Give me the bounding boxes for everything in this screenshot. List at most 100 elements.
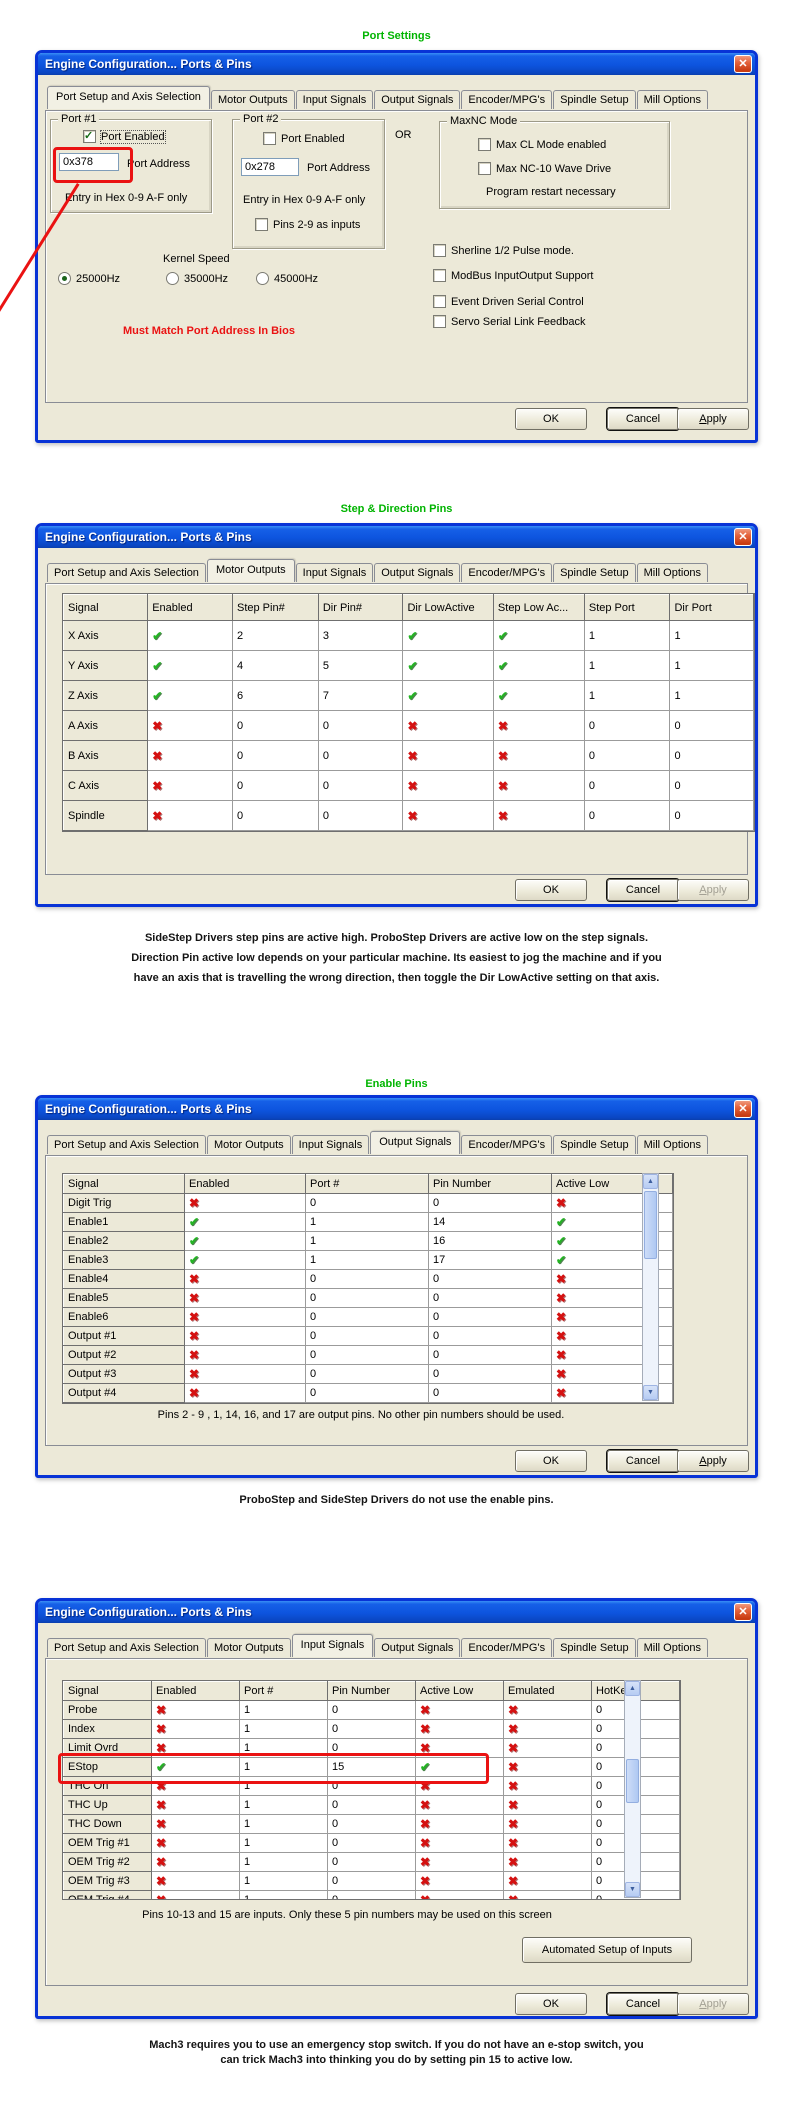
- value-cell[interactable]: 0: [429, 1308, 552, 1327]
- value-cell[interactable]: 0: [232, 711, 318, 741]
- value-cell[interactable]: 1: [306, 1251, 429, 1270]
- close-icon[interactable]: ✕: [734, 55, 752, 73]
- window-titlebar[interactable]: Engine Configuration... Ports & Pins ✕: [38, 1098, 755, 1120]
- tab-spindle-setup[interactable]: Spindle Setup: [553, 1638, 636, 1657]
- value-cell[interactable]: 0: [306, 1384, 429, 1403]
- value-cell[interactable]: 0: [318, 741, 403, 771]
- apply-button[interactable]: Apply: [677, 1450, 749, 1472]
- scroll-up-icon[interactable]: ▲: [625, 1681, 640, 1696]
- value-cell[interactable]: 0: [584, 711, 670, 741]
- bool-cell[interactable]: ✖: [152, 1815, 240, 1834]
- bool-cell[interactable]: ✔: [493, 681, 584, 711]
- value-cell[interactable]: 0: [584, 741, 670, 771]
- event-serial-checkbox[interactable]: Event Driven Serial Control: [433, 295, 584, 308]
- window-titlebar[interactable]: Engine Configuration... Ports & Pins ✕: [38, 53, 755, 75]
- value-cell[interactable]: 0: [429, 1270, 552, 1289]
- cancel-button[interactable]: Cancel: [607, 1450, 679, 1472]
- bool-cell[interactable]: ✖: [416, 1701, 504, 1720]
- bool-cell[interactable]: ✖: [403, 741, 493, 771]
- tab-output-signals[interactable]: Output Signals: [370, 1131, 460, 1154]
- bool-cell[interactable]: ✖: [152, 1720, 240, 1739]
- bool-cell[interactable]: ✖: [416, 1815, 504, 1834]
- tab-input-signals[interactable]: Input Signals: [296, 90, 374, 109]
- value-cell[interactable]: 1: [240, 1720, 328, 1739]
- value-cell[interactable]: 0: [429, 1289, 552, 1308]
- value-cell[interactable]: 0: [670, 771, 754, 801]
- column-header-step-pin-[interactable]: Step Pin#: [232, 595, 318, 621]
- signal-cell[interactable]: Y Axis: [64, 651, 148, 681]
- value-cell[interactable]: 3: [318, 621, 403, 651]
- bool-cell[interactable]: ✔: [403, 681, 493, 711]
- bool-cell[interactable]: ✖: [148, 741, 233, 771]
- close-icon[interactable]: ✕: [734, 528, 752, 546]
- tab-input-signals[interactable]: Input Signals: [292, 1135, 370, 1154]
- column-header-signal[interactable]: Signal: [64, 1682, 152, 1701]
- signal-cell[interactable]: OEM Trig #1: [64, 1834, 152, 1853]
- signal-cell[interactable]: Probe: [64, 1701, 152, 1720]
- value-cell[interactable]: 0: [328, 1701, 416, 1720]
- column-header-signal[interactable]: Signal: [64, 595, 148, 621]
- bool-cell[interactable]: ✖: [504, 1891, 592, 1901]
- value-cell[interactable]: 1: [670, 621, 754, 651]
- bool-cell[interactable]: ✖: [148, 771, 233, 801]
- automated-setup-button[interactable]: Automated Setup of Inputs: [522, 1937, 692, 1963]
- value-cell[interactable]: 0: [328, 1834, 416, 1853]
- bool-cell[interactable]: ✖: [185, 1289, 306, 1308]
- signal-cell[interactable]: THC Up: [64, 1796, 152, 1815]
- tab-input-signals[interactable]: Input Signals: [292, 1634, 374, 1657]
- tab-output-signals[interactable]: Output Signals: [374, 563, 460, 582]
- value-cell[interactable]: 0: [318, 801, 403, 831]
- value-cell[interactable]: 0: [328, 1796, 416, 1815]
- bool-cell[interactable]: ✖: [504, 1815, 592, 1834]
- value-cell[interactable]: 0: [232, 771, 318, 801]
- bool-cell[interactable]: ✖: [416, 1834, 504, 1853]
- bool-cell[interactable]: ✖: [504, 1834, 592, 1853]
- scroll-down-icon[interactable]: ▼: [625, 1882, 640, 1897]
- radio-25000hz[interactable]: 25000Hz: [58, 272, 120, 285]
- servo-feedback-checkbox[interactable]: Servo Serial Link Feedback: [433, 315, 586, 328]
- signal-cell[interactable]: C Axis: [64, 771, 148, 801]
- signal-cell[interactable]: Enable3: [64, 1251, 185, 1270]
- bool-cell[interactable]: ✔: [148, 621, 233, 651]
- bool-cell[interactable]: ✔: [403, 621, 493, 651]
- scroll-down-icon[interactable]: ▼: [643, 1385, 658, 1400]
- bool-cell[interactable]: ✖: [416, 1720, 504, 1739]
- bool-cell[interactable]: ✖: [152, 1796, 240, 1815]
- value-cell[interactable]: 5: [318, 651, 403, 681]
- port2-enabled-checkbox[interactable]: Port Enabled: [263, 132, 345, 145]
- radio-45000hz[interactable]: 45000Hz: [256, 272, 318, 285]
- column-header-port-[interactable]: Port #: [306, 1175, 429, 1194]
- value-cell[interactable]: 16: [429, 1232, 552, 1251]
- radio-35000hz[interactable]: 35000Hz: [166, 272, 228, 285]
- tab-input-signals[interactable]: Input Signals: [296, 563, 374, 582]
- signal-cell[interactable]: Output #2: [64, 1346, 185, 1365]
- value-cell[interactable]: 0: [429, 1365, 552, 1384]
- bool-cell[interactable]: ✖: [504, 1853, 592, 1872]
- column-header-step-low-ac-[interactable]: Step Low Ac...: [493, 595, 584, 621]
- close-icon[interactable]: ✕: [734, 1100, 752, 1118]
- bool-cell[interactable]: ✖: [504, 1777, 592, 1796]
- bool-cell[interactable]: ✖: [152, 1872, 240, 1891]
- value-cell[interactable]: 1: [670, 651, 754, 681]
- signal-cell[interactable]: X Axis: [64, 621, 148, 651]
- sherline-pulse-checkbox[interactable]: Sherline 1/2 Pulse mode.: [433, 244, 574, 257]
- value-cell[interactable]: 1: [240, 1853, 328, 1872]
- bool-cell[interactable]: ✔: [493, 621, 584, 651]
- close-icon[interactable]: ✕: [734, 1603, 752, 1621]
- bool-cell[interactable]: ✖: [152, 1701, 240, 1720]
- value-cell[interactable]: 0: [306, 1270, 429, 1289]
- column-header-dir-port[interactable]: Dir Port: [670, 595, 754, 621]
- bool-cell[interactable]: ✖: [504, 1758, 592, 1777]
- tab-port-setup-and-axis-selection[interactable]: Port Setup and Axis Selection: [47, 563, 206, 582]
- value-cell[interactable]: 1: [240, 1701, 328, 1720]
- cancel-button[interactable]: Cancel: [607, 879, 679, 901]
- bool-cell[interactable]: ✔: [493, 651, 584, 681]
- bool-cell[interactable]: ✔: [148, 681, 233, 711]
- value-cell[interactable]: 0: [670, 711, 754, 741]
- tab-spindle-setup[interactable]: Spindle Setup: [553, 563, 636, 582]
- port1-enabled-checkbox[interactable]: Port Enabled: [83, 130, 165, 143]
- value-cell[interactable]: 1: [240, 1872, 328, 1891]
- value-cell[interactable]: 1: [240, 1891, 328, 1901]
- signal-cell[interactable]: A Axis: [64, 711, 148, 741]
- signal-cell[interactable]: Output #3: [64, 1365, 185, 1384]
